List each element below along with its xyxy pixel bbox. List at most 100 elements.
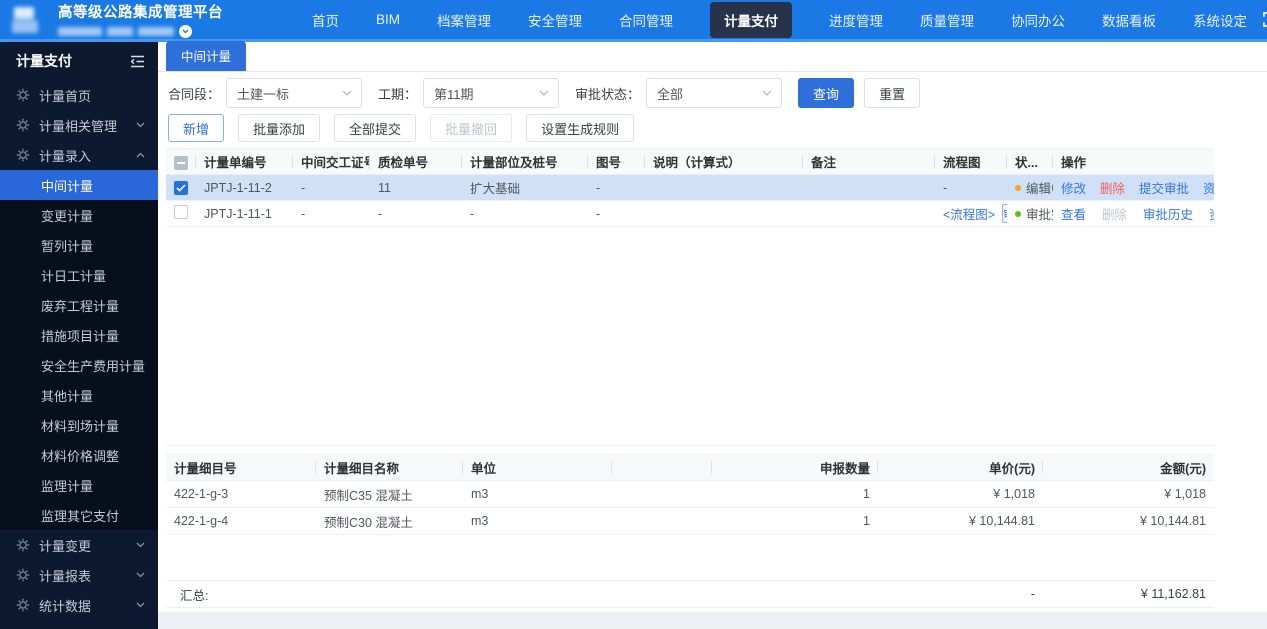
nav-item-quality[interactable]: 质量管理 [920, 10, 974, 30]
submit-approval-link[interactable]: 提交审批 [1139, 178, 1189, 197]
col-header: 备注 [803, 148, 935, 175]
submit-all-button[interactable]: 全部提交 [334, 114, 417, 142]
flow-diagram-link[interactable]: <流程图> [943, 204, 995, 223]
sidebar-item-statistics[interactable]: 统计数据 [0, 590, 158, 620]
select-arrow-icon [539, 90, 549, 96]
sidebar-subitem-abandoned-works[interactable]: 废弃工程计量 [0, 290, 158, 320]
app-logo [12, 5, 48, 35]
gear-icon [16, 568, 30, 582]
sidebar-subitem-intermediate[interactable]: 中间计量 [0, 170, 158, 200]
main-content: 中间计量 合同段： 土建一标 工期： 第11期 审批状态： 全部 查询 重置 新… [158, 41, 1267, 629]
col-header: 计量单编号 [196, 148, 293, 175]
batch-withdraw-button[interactable]: 批量撤回 [430, 114, 513, 142]
sidebar-subitem-supervision-other[interactable]: 监理其它支付 [0, 500, 158, 530]
view-link[interactable]: 查看 [1061, 204, 1086, 223]
sidebar-subitem-other[interactable]: 其他计量 [0, 380, 158, 410]
chevron-down-icon [136, 602, 145, 608]
summary-unit-price: - [878, 580, 1043, 608]
sidebar-item-measure-related[interactable]: 计量相关管理 [0, 110, 158, 140]
status-cell: 编辑中 [1007, 174, 1053, 201]
measurement-table: 计量单编号 中间交工证号 质检单号 计量部位及桩号 图号 说明（计算式） 备注 … [166, 148, 1214, 446]
nav-item-archives[interactable]: 档案管理 [437, 10, 491, 30]
chevron-down-icon [136, 122, 145, 128]
nav-item-safety[interactable]: 安全管理 [528, 10, 582, 30]
nav-item-contract[interactable]: 合同管理 [619, 10, 673, 30]
add-button[interactable]: 新增 [168, 114, 225, 142]
table-row[interactable]: JPTJ-1-11-2 - 11 扩大基础 - - 编辑中 修改 [166, 174, 1214, 201]
fullscreen-icon[interactable] [1263, 12, 1267, 27]
edit-link[interactable]: 修改 [1061, 178, 1086, 197]
table-row[interactable]: JPTJ-1-11-1 - - - - <流程图> 审批 查看 删除 审批历史 [166, 200, 1214, 227]
sidebar: 计量支付 计量首页 计量相关管理 计量录入 中间计量 变更计量 暂列计量 计日工… [0, 42, 158, 629]
chevron-down-icon [136, 572, 145, 578]
sidebar-item-measure-change[interactable]: 计量变更 [0, 530, 158, 560]
period-label: 工期： [378, 86, 418, 102]
col-header: 状... [1007, 148, 1053, 175]
nav-item-measurement-payment[interactable]: 计量支付 [710, 1, 793, 38]
col-header: 单位 [463, 454, 612, 481]
select-all-checkbox[interactable] [174, 156, 188, 170]
col-header: 申报数量 [712, 454, 878, 481]
sidebar-subitem-measure-items[interactable]: 措施项目计量 [0, 320, 158, 350]
sidebar-subitem-change[interactable]: 变更计量 [0, 200, 158, 230]
nav-item-home[interactable]: 首页 [312, 10, 339, 30]
view-documents-link[interactable]: 资料查看 [1203, 178, 1214, 197]
nav-item-system-settings[interactable]: 系统设定 [1193, 10, 1247, 30]
rule-setting-button[interactable]: 设置生成规则 [526, 114, 635, 142]
col-header: 计量细目号 [166, 454, 316, 481]
row-checkbox[interactable] [174, 180, 188, 195]
col-header: 说明（计算式） [645, 148, 803, 175]
approval-history-link[interactable]: 审批历史 [1143, 204, 1193, 223]
sidebar-subitem-supervision[interactable]: 监理计量 [0, 470, 158, 500]
detail-row[interactable]: 422-1-g-3 预制C35 混凝土 m3 1 ¥ 1,018 ¥ 1,018 [166, 480, 1214, 508]
sidebar-subitem-material-arrival[interactable]: 材料到场计量 [0, 410, 158, 440]
col-header: 中间交工证号 [293, 148, 370, 175]
nav-item-dashboard[interactable]: 数据看板 [1102, 10, 1156, 30]
contract-section-select[interactable]: 土建一标 [226, 78, 363, 108]
approval-mini-button[interactable]: 审 [1002, 204, 1007, 223]
row-checkbox[interactable] [174, 205, 188, 219]
nav-item-bim[interactable]: BIM [376, 12, 400, 27]
summary-row: 汇总: - ¥ 11,162.81 [166, 580, 1214, 608]
select-arrow-icon [762, 90, 772, 96]
search-button[interactable]: 查询 [798, 78, 855, 108]
redacted-subtitle [58, 25, 223, 38]
sidebar-subitem-safety-fee[interactable]: 安全生产费用计量 [0, 350, 158, 380]
chevron-up-icon [136, 152, 145, 158]
brand: 高等级公路集成管理平台 [12, 1, 284, 38]
brand-expand-icon[interactable] [179, 25, 192, 38]
period-select[interactable]: 第11期 [423, 78, 560, 108]
status-dot [1015, 210, 1021, 217]
approval-status-select[interactable]: 全部 [646, 78, 783, 108]
detail-header-row: 计量细目号 计量细目名称 单位 申报数量 单价(元) 金额(元) [166, 454, 1214, 481]
sidebar-subitem-daywork[interactable]: 计日工计量 [0, 260, 158, 290]
col-header: 计量部位及桩号 [462, 148, 588, 175]
gear-icon [16, 88, 30, 102]
sidebar-item-measure-entry[interactable]: 计量录入 [0, 140, 158, 170]
sidebar-item-measure-home[interactable]: 计量首页 [0, 80, 158, 110]
reset-button[interactable]: 重置 [864, 78, 921, 108]
col-header: 金额(元) [1043, 454, 1214, 481]
status-dot [1015, 184, 1021, 191]
table-header-row: 计量单编号 中间交工证号 质检单号 计量部位及桩号 图号 说明（计算式） 备注 … [166, 148, 1214, 175]
redacted-block [107, 27, 133, 36]
delete-link[interactable]: 删除 [1100, 178, 1125, 197]
delete-link[interactable]: 删除 [1102, 204, 1127, 223]
sidebar-title: 计量支付 [16, 53, 72, 69]
tab-intermediate-measurement[interactable]: 中间计量 [166, 41, 247, 71]
detail-row[interactable]: 422-1-g-4 预制C30 混凝土 m3 1 ¥ 10,144.81 ¥ 1… [166, 507, 1214, 535]
sidebar-subitem-material-price[interactable]: 材料价格调整 [0, 440, 158, 470]
detail-items-table: 计量细目号 计量细目名称 单位 申报数量 单价(元) 金额(元) 422-1-g… [166, 454, 1214, 535]
gear-icon [16, 148, 30, 162]
nav-item-progress[interactable]: 进度管理 [829, 10, 883, 30]
sidebar-submenu: 中间计量 变更计量 暂列计量 计日工计量 废弃工程计量 措施项目计量 安全生产费… [0, 170, 158, 530]
redacted-block [138, 27, 174, 36]
status-cell: 审批完成 [1007, 200, 1053, 227]
nav-item-collaboration[interactable]: 协同办公 [1011, 10, 1065, 30]
menu-fold-icon[interactable] [130, 55, 145, 68]
sidebar-item-measure-report[interactable]: 计量报表 [0, 560, 158, 590]
top-navbar: 高等级公路集成管理平台 首页 BIM 档案管理 安全管理 合同管理 计量支付 进… [0, 0, 1267, 42]
sidebar-subitem-provisional[interactable]: 暂列计量 [0, 230, 158, 260]
batch-add-button[interactable]: 批量添加 [238, 114, 321, 142]
view-documents-link[interactable]: 资料查看 [1209, 204, 1214, 223]
